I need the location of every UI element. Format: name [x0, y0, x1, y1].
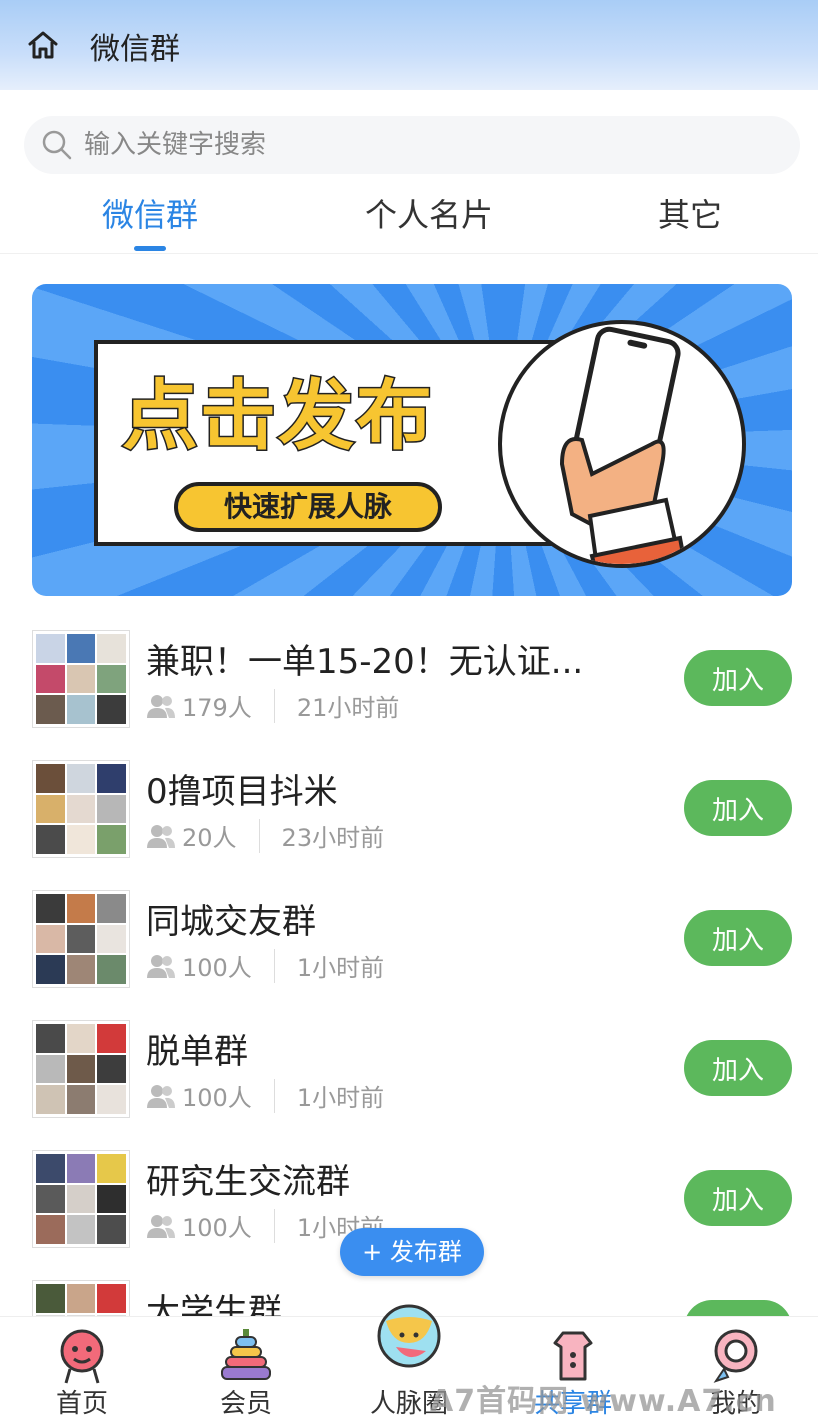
join-button[interactable]: 加入	[684, 780, 792, 836]
group-meta: 100人 1小时前	[146, 948, 384, 983]
active-tab-indicator	[134, 246, 166, 251]
join-button[interactable]: 加入	[684, 1170, 792, 1226]
list-item[interactable]: 兼职！一单15-20！无认证... 179人 21小时前 加入	[0, 614, 818, 744]
group-title: 0撸项目抖米	[146, 772, 338, 812]
group-avatar	[32, 890, 130, 988]
publish-banner[interactable]: 点击发布 快速扩展人脉	[32, 284, 792, 596]
tabbar-item-vip[interactable]: 会员	[164, 1317, 328, 1426]
member-count: 20人	[182, 824, 237, 852]
list-item[interactable]: 同城交友群 100人 1小时前 加入	[0, 874, 818, 1004]
top-header: 微信群	[0, 0, 818, 90]
home-icon[interactable]	[26, 28, 60, 62]
group-avatar	[32, 630, 130, 728]
tab-wechat-group[interactable]: 微信群	[40, 190, 260, 236]
tabbar-label: 首页	[55, 1389, 108, 1419]
phone-in-hand-icon	[559, 326, 687, 564]
join-button[interactable]: 加入	[684, 650, 792, 706]
post-time: 21小时前	[296, 694, 400, 722]
meta-divider	[273, 1208, 275, 1243]
banner-headline: 点击发布	[121, 370, 434, 462]
group-meta: 179人 21小时前	[146, 688, 399, 723]
join-button[interactable]: 加入	[684, 910, 792, 966]
tab-business-card[interactable]: 个人名片	[319, 190, 539, 236]
tabbar-label: 会员	[219, 1389, 272, 1419]
member-count: 179人	[182, 694, 252, 722]
watermark-text: A7首码网 www.A7.cn	[430, 1384, 777, 1419]
group-title: 研究生交流群	[146, 1162, 350, 1202]
meta-divider	[273, 688, 275, 723]
post-time: 1小时前	[296, 1084, 385, 1112]
group-title: 同城交友群	[146, 902, 316, 942]
home-icon	[60, 1329, 104, 1384]
meta-divider	[273, 1078, 275, 1113]
member-count: 100人	[182, 954, 252, 982]
search-icon	[42, 130, 72, 160]
group-title: 兼职！一单15-20！无认证...	[146, 642, 584, 682]
group-avatar	[32, 1020, 130, 1118]
vip-icon	[221, 1329, 271, 1380]
page-title: 微信群	[90, 32, 180, 67]
group-meta: 20人 23小时前	[146, 818, 384, 853]
publish-group-button[interactable]: + 发布群	[340, 1228, 484, 1276]
group-avatar	[32, 1150, 130, 1248]
members-icon	[147, 694, 175, 718]
category-tabs: 微信群 个人名片 其它	[0, 190, 818, 254]
members-icon	[147, 824, 175, 848]
member-count: 100人	[182, 1214, 252, 1242]
members-icon	[147, 1084, 175, 1108]
meta-divider	[273, 948, 275, 983]
group-avatar	[32, 760, 130, 858]
member-count: 100人	[182, 1084, 252, 1112]
list-item[interactable]: 0撸项目抖米 20人 23小时前 加入	[0, 744, 818, 874]
search-input[interactable]	[84, 116, 784, 174]
post-time: 1小时前	[296, 954, 385, 982]
group-title: 脱单群	[146, 1032, 248, 1072]
tabbar-item-home[interactable]: 首页	[0, 1317, 164, 1426]
tab-other[interactable]: 其它	[580, 190, 800, 236]
join-button[interactable]: 加入	[684, 1040, 792, 1096]
post-time: 23小时前	[281, 824, 385, 852]
search-bar[interactable]	[24, 116, 800, 174]
phone-hand-illustration	[498, 320, 746, 568]
list-item[interactable]: 脱单群 100人 1小时前 加入	[0, 1004, 818, 1134]
members-icon	[147, 1214, 175, 1238]
meta-divider	[258, 818, 260, 853]
group-meta: 100人 1小时前	[146, 1078, 384, 1113]
members-icon	[147, 954, 175, 978]
banner-subline: 快速扩展人脉	[174, 482, 442, 532]
network-icon	[377, 1304, 441, 1368]
